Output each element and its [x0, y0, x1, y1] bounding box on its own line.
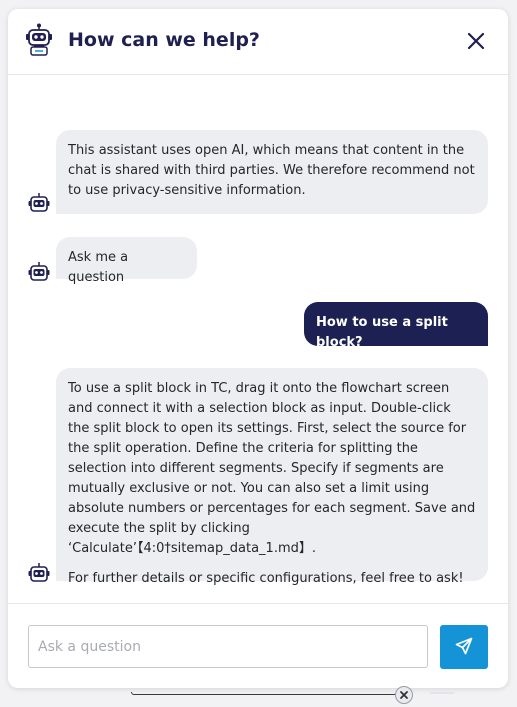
send-icon	[455, 637, 473, 658]
message-list: This assistant uses open AI, which means…	[8, 75, 508, 603]
message-text: Ask me a question	[68, 250, 129, 285]
clear-icon[interactable]	[395, 686, 413, 704]
background-field-edge	[131, 692, 397, 695]
assistant-message: Ask me a question	[56, 237, 197, 285]
composer	[8, 603, 508, 688]
chat-panel: How can we help? This assistant uses ope…	[8, 9, 508, 688]
assistant-message: To use a split block in TC, drag it onto…	[56, 368, 488, 586]
bot-avatar-icon	[28, 193, 50, 213]
user-message: How to use a split block?	[304, 302, 488, 350]
assistant-message: This assistant uses open AI, which means…	[56, 130, 488, 214]
message-text: For further details or specific configur…	[68, 571, 464, 586]
chat-header: How can we help?	[8, 9, 508, 75]
robot-logo-icon	[24, 23, 54, 57]
bot-avatar-icon	[28, 563, 50, 583]
chat-title: How can we help?	[68, 29, 260, 51]
message-text: How to use a split block?	[316, 315, 448, 350]
send-button[interactable]	[440, 625, 488, 669]
message-text: This assistant uses open AI, which means…	[68, 143, 475, 198]
background-divider	[430, 692, 454, 694]
question-input[interactable]	[28, 625, 428, 668]
bot-avatar-icon	[28, 262, 50, 282]
close-icon[interactable]	[466, 31, 486, 51]
message-text: To use a split block in TC, drag it onto…	[68, 381, 476, 556]
